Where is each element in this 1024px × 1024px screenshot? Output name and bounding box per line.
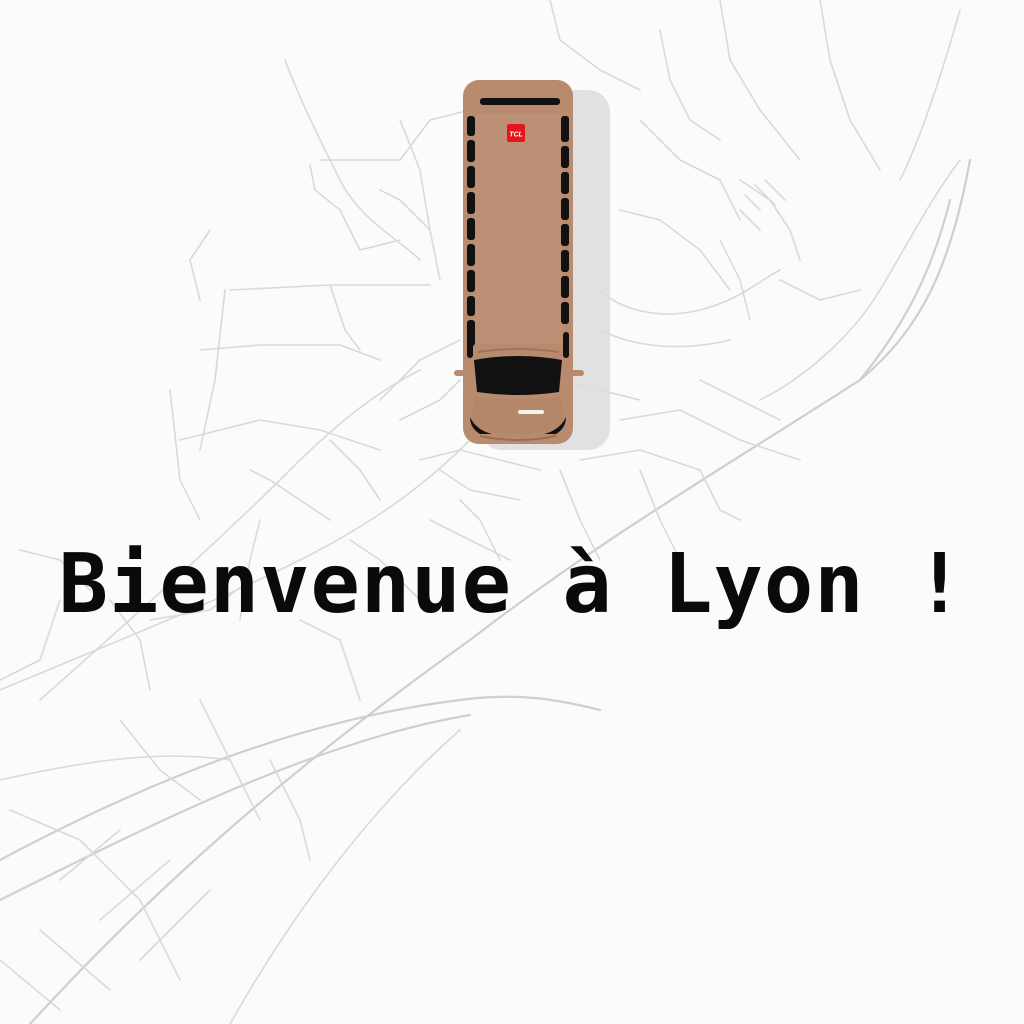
bus[interactable]: TCL: [440, 70, 620, 460]
bus-windshield: [474, 356, 562, 395]
bus-left-cab-window: [467, 332, 473, 358]
bus-hood: [470, 396, 566, 434]
bus-left-windows: [467, 116, 475, 346]
welcome-title: Bienvenue à Lyon !: [58, 537, 966, 632]
bus-right-cab-window: [563, 332, 569, 358]
bus-rear-window: [480, 98, 560, 105]
tcl-logo-text: TCL: [509, 132, 523, 139]
bus-roof-panel: [473, 114, 563, 344]
bus-front-badge: [518, 410, 544, 414]
game-scene: TCL Bienvenue à Lyon !: [0, 0, 1024, 1024]
